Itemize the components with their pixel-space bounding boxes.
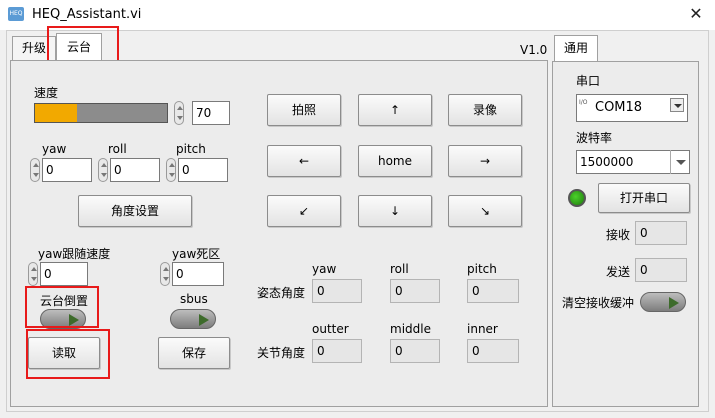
window-title: HEQ_Assistant.vi <box>32 7 142 22</box>
baud-rate-label: 波特率 <box>576 131 613 145</box>
speed-input[interactable]: 70 <box>192 101 230 125</box>
yaw-follow-stepper[interactable] <box>28 262 38 286</box>
speed-slider-fill <box>35 104 78 122</box>
attitude-yaw-label: yaw <box>312 262 337 276</box>
joint-outter-label: outter <box>312 322 349 336</box>
up-button[interactable]: ↑ <box>358 94 432 126</box>
down-right-button[interactable]: ↘ <box>448 195 522 227</box>
tab-general[interactable]: 通用 <box>554 35 598 62</box>
attitude-angle-label: 姿态角度 <box>257 286 306 300</box>
roll-stepper[interactable] <box>98 158 108 182</box>
yaw-label: yaw <box>42 142 67 156</box>
sbus-label: sbus <box>180 292 208 306</box>
close-icon[interactable]: ✕ <box>684 3 708 25</box>
attitude-roll-value: 0 <box>390 279 440 303</box>
yaw-deadzone-input[interactable]: 0 <box>172 262 224 286</box>
attitude-pitch-label: pitch <box>467 262 497 276</box>
attitude-roll-label: roll <box>390 262 409 276</box>
joint-inner-label: inner <box>467 322 498 336</box>
chevron-glyph <box>674 104 682 108</box>
speed-stepper[interactable] <box>174 101 184 125</box>
clear-receive-label: 清空接收缓冲 <box>562 296 635 310</box>
down-button[interactable]: ↓ <box>358 195 432 227</box>
joint-middle-label: middle <box>390 322 431 336</box>
yaw-follow-input[interactable]: 0 <box>40 262 88 286</box>
highlight-read-button <box>26 329 110 379</box>
yaw-follow-label: yaw跟随速度 <box>38 247 111 261</box>
photo-button[interactable]: 拍照 <box>267 94 341 126</box>
joint-outter-value: 0 <box>312 339 362 363</box>
chevron-glyph <box>676 160 686 165</box>
clear-receive-toggle[interactable] <box>640 292 686 312</box>
speed-label: 速度 <box>34 86 59 100</box>
pitch-input[interactable]: 0 <box>178 158 228 182</box>
sbus-toggle[interactable] <box>170 309 216 329</box>
open-serial-button[interactable]: 打开串口 <box>598 183 690 213</box>
yaw-deadzone-stepper[interactable] <box>160 262 170 286</box>
chevron-down-icon[interactable] <box>670 98 684 112</box>
left-button[interactable]: ← <box>267 145 341 177</box>
receive-label: 接收 <box>606 228 631 242</box>
right-button[interactable]: → <box>448 145 522 177</box>
app-icon: HEQ <box>8 7 24 21</box>
joint-middle-value: 0 <box>390 339 440 363</box>
home-button[interactable]: home <box>358 145 432 177</box>
serial-status-led <box>568 189 586 207</box>
version-label: V1.0 <box>520 43 548 57</box>
joint-angle-label: 关节角度 <box>257 346 306 360</box>
yaw-deadzone-label: yaw死区 <box>172 247 221 261</box>
chevron-down-icon[interactable] <box>670 150 690 174</box>
pitch-stepper[interactable] <box>166 158 176 182</box>
highlight-gimbal-invert <box>25 286 99 328</box>
pitch-label: pitch <box>176 142 206 156</box>
save-button[interactable]: 保存 <box>158 337 230 369</box>
record-button[interactable]: 录像 <box>448 94 522 126</box>
toggle-led-icon <box>669 297 679 309</box>
toggle-led-icon <box>199 314 209 326</box>
yaw-input[interactable]: 0 <box>42 158 92 182</box>
attitude-yaw-value: 0 <box>312 279 362 303</box>
roll-label: roll <box>108 142 127 156</box>
receive-count: 0 <box>635 221 687 245</box>
angle-set-button[interactable]: 角度设置 <box>78 195 192 227</box>
send-count: 0 <box>635 258 687 282</box>
yaw-stepper[interactable] <box>30 158 40 182</box>
down-left-button[interactable]: ↙ <box>267 195 341 227</box>
speed-slider[interactable] <box>34 103 168 123</box>
joint-inner-value: 0 <box>467 339 519 363</box>
attitude-pitch-value: 0 <box>467 279 519 303</box>
serial-port-label: 串口 <box>576 74 601 88</box>
send-label: 发送 <box>606 265 631 279</box>
io-icon: I/O <box>579 99 588 106</box>
roll-input[interactable]: 0 <box>110 158 160 182</box>
